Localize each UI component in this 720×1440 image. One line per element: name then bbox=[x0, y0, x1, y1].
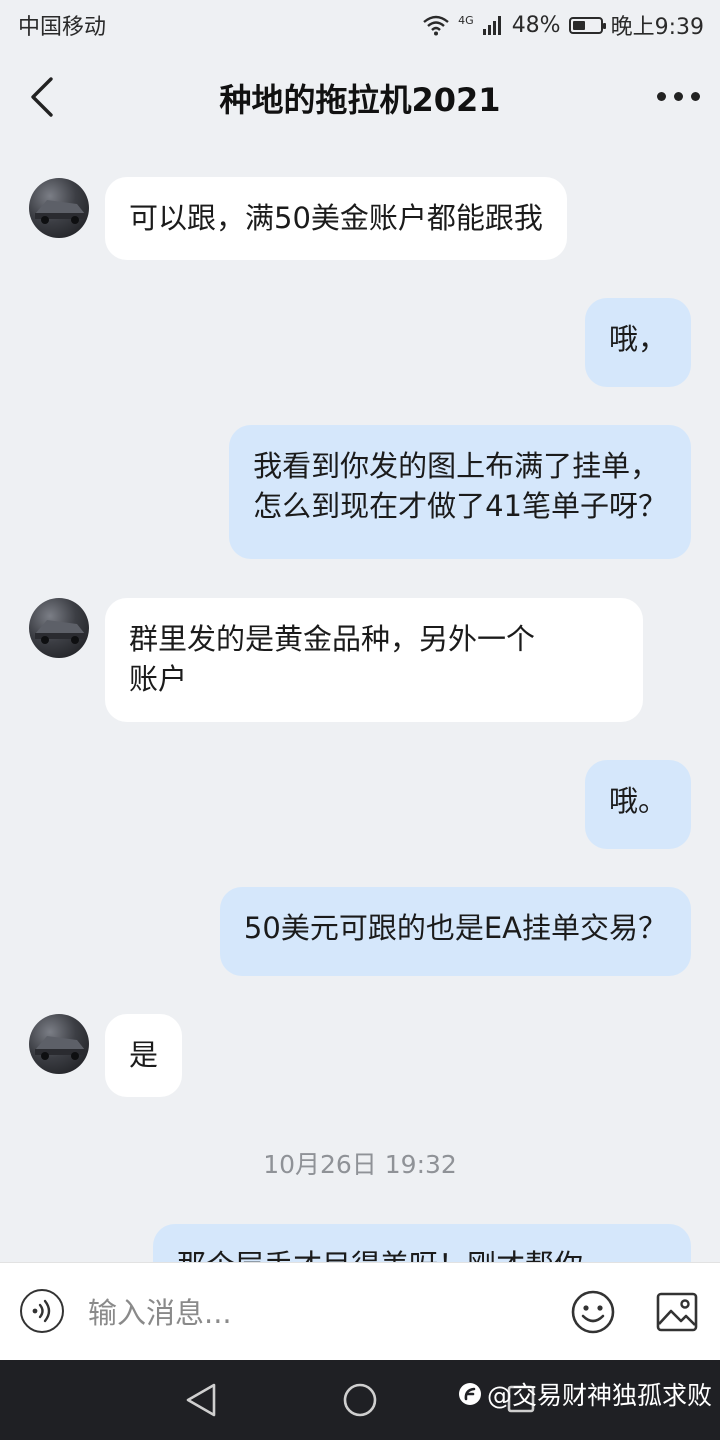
voice-wave-icon bbox=[32, 1299, 51, 1323]
avatar[interactable] bbox=[29, 598, 89, 658]
smiley-icon bbox=[571, 1290, 615, 1334]
chat-header: 种地的拖拉机2021 bbox=[0, 50, 720, 145]
message-timestamp: 10月26日 19:32 bbox=[263, 1150, 457, 1179]
message-text: 是 bbox=[129, 1038, 159, 1072]
message-text-line: 怎么到现在才做了41笔单子呀？ bbox=[253, 489, 667, 523]
chevron-left-icon bbox=[31, 77, 53, 117]
status-bar: 中国移动 4G 48% 晚上9:39 bbox=[0, 0, 720, 50]
status-icons: 4G 48% 晚上9:39 bbox=[422, 9, 704, 41]
nav-home-icon[interactable] bbox=[342, 1382, 378, 1418]
battery-level bbox=[572, 20, 585, 30]
image-icon bbox=[656, 1292, 698, 1332]
voice-input-button[interactable] bbox=[20, 1289, 64, 1333]
message-bubble-incoming[interactable]: 可以跟，满50美金账户都能跟我 bbox=[105, 177, 567, 260]
image-picker-button[interactable] bbox=[656, 1291, 698, 1333]
message-text: 那个层手才目得美呀！刚才帮你 bbox=[177, 1248, 583, 1262]
back-button[interactable] bbox=[22, 72, 62, 122]
network-type: 4G bbox=[458, 13, 474, 27]
weibo-logo-icon bbox=[458, 1383, 481, 1405]
watermark: @交易财神独孤求败 bbox=[457, 1376, 712, 1412]
message-list[interactable]: 可以跟，满50美金账户都能跟我 哦， 我看到你发的图上布满了挂单， 怎么到现在才… bbox=[0, 145, 720, 1262]
more-options-button[interactable] bbox=[654, 76, 702, 116]
message-text: 哦， bbox=[608, 322, 667, 356]
carrier-name: 中国移动 bbox=[18, 15, 107, 40]
battery-icon bbox=[568, 16, 606, 34]
car-avatar-image bbox=[35, 1036, 85, 1060]
message-bubble-outgoing[interactable]: 哦， bbox=[584, 298, 691, 387]
battery-percent: 48% bbox=[511, 12, 561, 38]
signal-icon bbox=[482, 16, 501, 35]
message-bubble-outgoing[interactable]: 我看到你发的图上布满了挂单， 怎么到现在才做了41笔单子呀？ bbox=[229, 425, 691, 559]
car-avatar-image bbox=[35, 200, 85, 224]
more-dot-icon bbox=[673, 91, 683, 101]
message-input-bar bbox=[0, 1262, 720, 1361]
more-dot-icon bbox=[690, 91, 700, 101]
wifi-icon bbox=[423, 15, 449, 36]
message-bubble-outgoing[interactable]: 哦。 bbox=[584, 760, 691, 849]
system-navigation-bar: @交易财神独孤求败 bbox=[0, 1360, 720, 1440]
message-text-line: 账户 bbox=[129, 662, 188, 696]
watermark-text: @交易财神独孤求败 bbox=[486, 1381, 712, 1410]
avatar[interactable] bbox=[29, 178, 89, 238]
nav-back-icon[interactable] bbox=[184, 1382, 218, 1418]
message-bubble-incoming[interactable]: 群里发的是黄金品种，另外一个 账户 bbox=[105, 598, 643, 722]
message-text: 可以跟，满50美金账户都能跟我 bbox=[129, 201, 543, 235]
car-avatar-image bbox=[35, 620, 85, 644]
clock: 晚上9:39 bbox=[610, 15, 704, 40]
message-input[interactable] bbox=[86, 1287, 550, 1339]
avatar[interactable] bbox=[29, 1014, 89, 1074]
message-bubble-incoming[interactable]: 是 bbox=[105, 1014, 183, 1097]
message-text-line: 群里发的是黄金品种，另外一个 bbox=[129, 622, 536, 656]
message-text: 哦。 bbox=[608, 784, 667, 818]
message-bubble-outgoing[interactable]: 50美元可跟的也是EA挂单交易？ bbox=[219, 887, 691, 976]
contact-name: 种地的拖拉机2021 bbox=[219, 80, 501, 119]
emoji-button[interactable] bbox=[570, 1289, 616, 1335]
message-text: 50美元可跟的也是EA挂单交易？ bbox=[243, 911, 667, 945]
message-bubble-outgoing[interactable]: 那个层手才目得美呀！刚才帮你 bbox=[153, 1224, 691, 1262]
message-text-line: 我看到你发的图上布满了挂单， bbox=[253, 449, 660, 483]
more-dot-icon bbox=[656, 91, 666, 101]
